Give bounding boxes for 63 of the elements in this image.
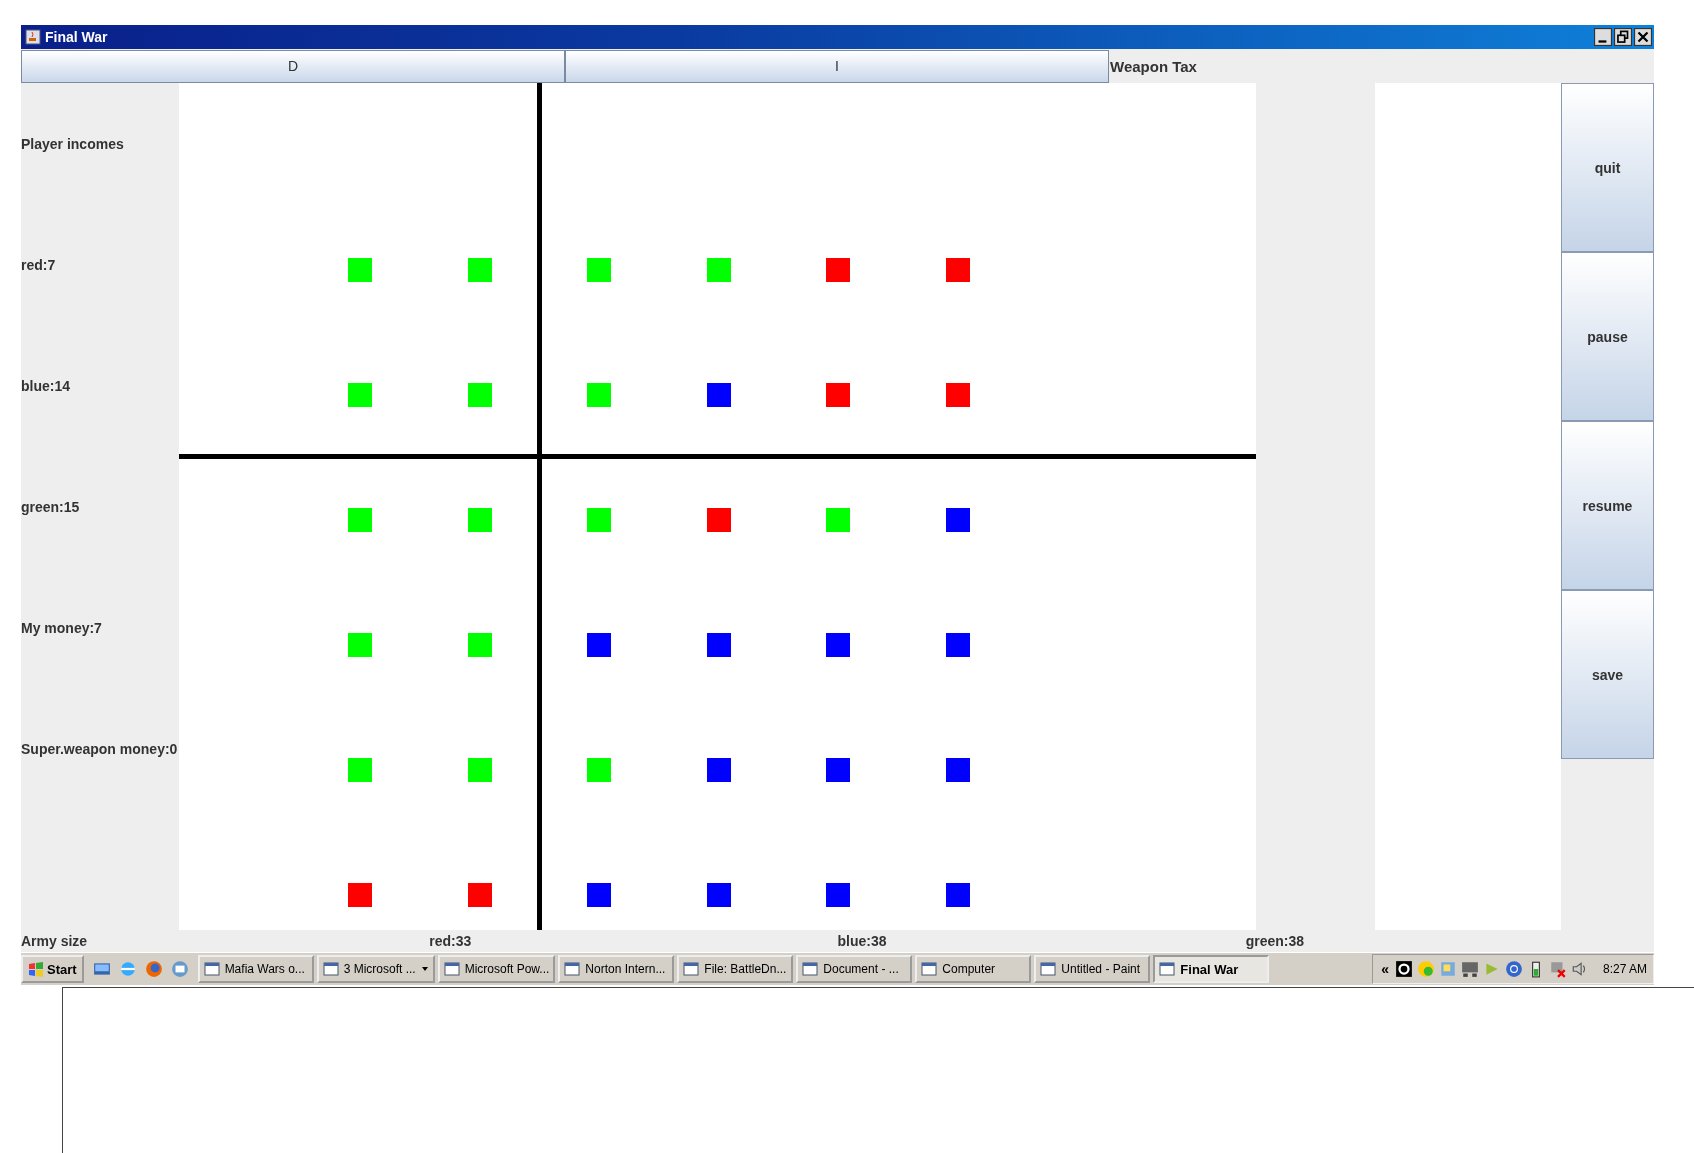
window-title: Final War — [45, 29, 108, 45]
taskbar-button[interactable]: Computer — [915, 955, 1032, 983]
army-size-label: Army size — [21, 933, 88, 949]
control-button[interactable]: pause — [1561, 252, 1654, 421]
territory-square[interactable] — [945, 508, 970, 532]
army-size-label: red:33 — [429, 933, 472, 949]
territory-square[interactable] — [945, 383, 970, 407]
territory-square[interactable] — [706, 508, 731, 532]
territory-square[interactable] — [945, 258, 970, 282]
control-button[interactable]: quit — [1561, 83, 1654, 252]
window-icon — [802, 961, 819, 977]
window-icon — [322, 961, 339, 977]
taskbar-button[interactable]: Mafia Wars o... — [197, 955, 314, 983]
control-button[interactable]: save — [1561, 590, 1654, 759]
army-size-label: blue:38 — [837, 933, 887, 949]
window-icon — [921, 961, 938, 977]
taskbar-button[interactable]: 3 Microsoft ... — [316, 955, 435, 983]
taskbar-button[interactable]: Microsoft Pow... — [437, 955, 556, 983]
territory-square[interactable] — [945, 883, 970, 907]
minimize-button[interactable] — [1594, 28, 1612, 46]
tray-icon[interactable] — [1394, 960, 1413, 978]
income-label: green:15 — [21, 498, 80, 515]
taskbar-button[interactable]: Document - ... — [796, 955, 913, 983]
income-label: My money:7 — [21, 619, 102, 636]
window-icon — [564, 961, 581, 977]
income-label: Player incomes — [21, 135, 124, 152]
territory-square[interactable] — [706, 383, 731, 407]
weapon-tax-label: Weapon Tax — [1110, 57, 1197, 75]
caret-icon[interactable] — [420, 965, 429, 973]
globe-icon[interactable] — [144, 960, 163, 978]
desktop-icon[interactable] — [92, 960, 111, 978]
army-size-label: green:38 — [1245, 933, 1305, 949]
wireless-icon[interactable] — [1504, 960, 1523, 978]
restore-button[interactable] — [1614, 28, 1632, 46]
income-label: red:7 — [21, 256, 56, 273]
taskbar-button[interactable]: File: BattleDn... — [677, 955, 794, 983]
territory-square[interactable] — [706, 633, 731, 657]
territory-square[interactable] — [467, 883, 492, 907]
tray-toggle[interactable]: « — [1379, 961, 1391, 977]
territory-square[interactable] — [706, 883, 731, 907]
clock: 8:27 AM — [1602, 962, 1647, 976]
toolbar-button[interactable]: D — [21, 49, 565, 83]
territory-square[interactable] — [945, 633, 970, 657]
territory-square[interactable] — [945, 758, 970, 782]
close-button[interactable] — [1634, 28, 1652, 46]
windows-flag-icon — [28, 961, 44, 977]
window-icon — [683, 961, 700, 977]
window-icon — [1159, 961, 1176, 977]
network-icon[interactable] — [1460, 960, 1479, 978]
income-label: blue:14 — [21, 377, 70, 394]
window-icon — [1040, 961, 1057, 977]
toolbar-button[interactable]: I — [565, 49, 1109, 83]
start-button[interactable]: Start — [21, 955, 84, 983]
taskbar-button[interactable]: Untitled - Paint — [1034, 955, 1151, 983]
browser-icon[interactable] — [118, 960, 137, 978]
control-button[interactable]: resume — [1561, 421, 1654, 590]
income-label: Super.weapon money:0 — [21, 740, 178, 757]
taskbar-button[interactable]: Final War — [1153, 955, 1270, 983]
window-icon — [443, 961, 460, 977]
taskbar-button[interactable]: Norton Intern... — [558, 955, 675, 983]
window-icon — [203, 961, 220, 977]
territory-square[interactable] — [706, 758, 731, 782]
mail-icon[interactable] — [170, 960, 189, 978]
